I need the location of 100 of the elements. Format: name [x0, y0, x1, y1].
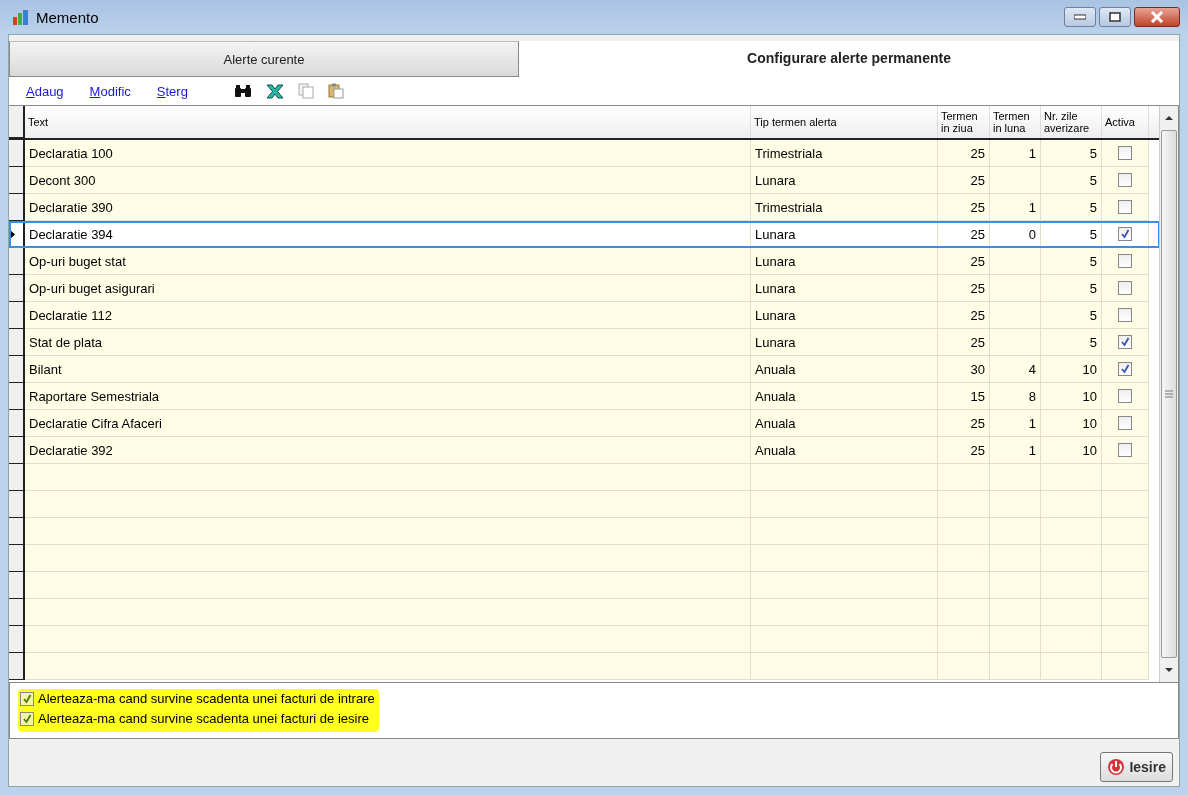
checkbox[interactable] — [1118, 200, 1132, 214]
table-row[interactable]: Declaratie 390 Trimestriala 25 1 5 — [9, 194, 1160, 221]
table-row[interactable]: Declaratie Cifra Afaceri Anuala 25 1 10 — [9, 410, 1160, 437]
row-indicator[interactable] — [9, 410, 25, 437]
row-indicator[interactable] — [9, 167, 25, 194]
table-cell: 1 — [990, 410, 1041, 437]
table-row[interactable]: Declaratie 394 Lunara 25 0 5 — [9, 221, 1160, 248]
row-indicator[interactable] — [9, 140, 25, 167]
row-indicator[interactable] — [9, 518, 25, 545]
table-row[interactable]: Declaratie 392 Anuala 25 1 10 — [9, 437, 1160, 464]
toolbar-link[interactable]: Modific — [89, 83, 131, 99]
table-cell: Bilant — [25, 356, 751, 383]
close-button[interactable] — [1134, 7, 1180, 27]
row-indicator[interactable] — [9, 572, 25, 599]
row-indicator[interactable] — [9, 329, 25, 356]
table-cell: Trimestriala — [751, 194, 938, 221]
row-indicator[interactable] — [9, 221, 25, 248]
table-row[interactable]: Declaratia 100 Trimestriala 25 1 5 — [9, 140, 1160, 167]
toolbar-link[interactable]: Adaug — [26, 83, 64, 99]
close-icon — [1150, 11, 1164, 23]
row-indicator[interactable] — [9, 464, 25, 491]
table-row[interactable]: Decont 300 Lunara 25 5 — [9, 167, 1160, 194]
checkbox[interactable] — [1118, 362, 1132, 376]
table-cell: Declaratie 390 — [25, 194, 751, 221]
table-cell: Anuala — [751, 410, 938, 437]
column-header: Termen in luna — [990, 106, 1041, 138]
table-cell: 5 — [1041, 194, 1102, 221]
toolbar-link[interactable]: Sterg — [156, 83, 188, 99]
table-cell: Declaratie 392 — [25, 437, 751, 464]
table-cell: 1 — [990, 140, 1041, 167]
row-indicator[interactable] — [9, 194, 25, 221]
table-cell: 25 — [938, 194, 990, 221]
tab[interactable]: Alerte curente — [9, 41, 519, 77]
table-cell: Lunara — [751, 248, 938, 275]
table-cell: 25 — [938, 302, 990, 329]
checkbox[interactable] — [1118, 389, 1132, 403]
table-cell: Declaratie Cifra Afaceri — [25, 410, 751, 437]
row-indicator[interactable] — [9, 248, 25, 275]
table-cell: 5 — [1041, 140, 1102, 167]
table-row[interactable]: Op-uri buget asigurari Lunara 25 5 — [9, 275, 1160, 302]
app-icon — [12, 8, 30, 26]
column-header: Tip termen alerta — [751, 106, 938, 138]
table-cell: 25 — [938, 329, 990, 356]
table-cell: Lunara — [751, 275, 938, 302]
exit-button[interactable]: Iesire — [1100, 752, 1173, 782]
table-cell: 4 — [990, 356, 1041, 383]
row-indicator[interactable] — [9, 653, 25, 680]
row-indicator[interactable] — [9, 302, 25, 329]
checkbox[interactable] — [1118, 335, 1132, 349]
power-icon — [1107, 758, 1126, 776]
window-title: Memento — [36, 8, 99, 26]
table-cell: 25 — [938, 248, 990, 275]
table-cell: 25 — [938, 410, 990, 437]
table-cell: 5 — [1041, 275, 1102, 302]
checkbox-label: Alerteaza-ma cand survine scadenta unei facturi de intrare — [38, 691, 375, 706]
table-row[interactable]: Op-uri buget stat Lunara 25 5 — [9, 248, 1160, 275]
checkbox[interactable] — [1118, 281, 1132, 295]
table-cell: 30 — [938, 356, 990, 383]
checkbox[interactable] — [1118, 308, 1132, 322]
scrollbar-thumb[interactable] — [1161, 130, 1177, 658]
table-row[interactable]: Declaratie 112 Lunara 25 5 — [9, 302, 1160, 329]
row-indicator[interactable] — [9, 599, 25, 626]
row-indicator[interactable] — [9, 356, 25, 383]
maximize-button[interactable] — [1099, 7, 1131, 27]
paste-icon[interactable] — [327, 83, 344, 99]
row-indicator[interactable] — [9, 491, 25, 518]
table-cell: 8 — [990, 383, 1041, 410]
table-cell: 10 — [1041, 437, 1102, 464]
checkbox[interactable] — [1118, 416, 1132, 430]
minimize-button[interactable] — [1064, 7, 1096, 27]
table-cell: Trimestriala — [751, 140, 938, 167]
table-row[interactable]: Bilant Anuala 30 4 10 — [9, 356, 1160, 383]
table-cell: Anuala — [751, 383, 938, 410]
checkbox[interactable] — [1118, 227, 1132, 241]
table-cell: 5 — [1041, 329, 1102, 356]
table-cell: Declaratia 100 — [25, 140, 751, 167]
checkbox[interactable] — [1118, 173, 1132, 187]
table-cell: 25 — [938, 275, 990, 302]
table-cell: Lunara — [751, 167, 938, 194]
column-header: Nr. zile averizare — [1041, 106, 1102, 138]
table-cell: 1 — [990, 437, 1041, 464]
column-header: Activa — [1102, 106, 1149, 138]
spreadsheet-icon[interactable] — [265, 83, 284, 99]
row-indicator[interactable] — [9, 437, 25, 464]
table-cell: 1 — [990, 194, 1041, 221]
checkbox[interactable] — [1118, 254, 1132, 268]
row-indicator[interactable] — [9, 383, 25, 410]
row-indicator[interactable] — [9, 275, 25, 302]
table-row[interactable]: Raportare Semestriala Anuala 15 8 10 — [9, 383, 1160, 410]
row-indicator[interactable] — [9, 626, 25, 653]
checkbox[interactable] — [20, 691, 34, 706]
table-cell: Op-uri buget stat — [25, 248, 751, 275]
column-header: Text — [25, 106, 751, 138]
checkbox[interactable] — [1118, 146, 1132, 160]
checkbox[interactable] — [20, 711, 34, 726]
table-row[interactable]: Stat de plata Lunara 25 5 — [9, 329, 1160, 356]
table-cell: 25 — [938, 140, 990, 167]
checkbox[interactable] — [1118, 443, 1132, 457]
row-indicator[interactable] — [9, 545, 25, 572]
binoculars-icon[interactable] — [233, 84, 252, 98]
